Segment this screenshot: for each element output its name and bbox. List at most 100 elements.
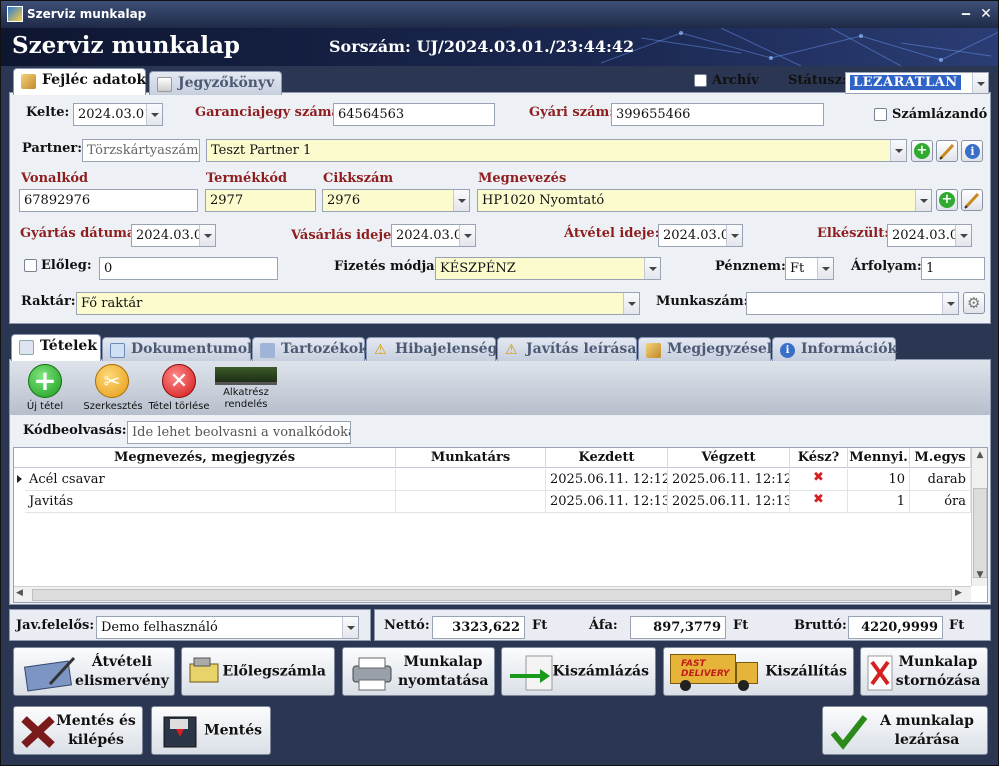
checkmark-icon xyxy=(830,715,868,750)
eloleg-input[interactable]: 0 xyxy=(99,257,278,280)
barcode-input[interactable]: Ide lehet beolvasni a vonalkódokat xyxy=(127,421,351,444)
plus-icon: + xyxy=(28,364,62,398)
gyartas-date-picker[interactable]: 2024.03.01 xyxy=(131,224,216,247)
close-icon[interactable]: ✕ xyxy=(978,6,994,22)
chevron-down-icon[interactable] xyxy=(890,140,906,161)
cell-qty: 1 xyxy=(848,491,910,513)
edit-item-button[interactable]: ✂ Szerkesztés xyxy=(81,364,145,414)
column-header[interactable]: Végzett xyxy=(668,448,790,468)
atvetel-date-picker[interactable]: 2024.03.01 xyxy=(658,224,743,247)
chevron-down-icon[interactable] xyxy=(459,225,475,246)
chevron-down-icon[interactable] xyxy=(146,104,162,125)
parts-order-button[interactable]: Alkatrész rendelés xyxy=(213,367,279,415)
column-header[interactable]: Kezdett xyxy=(546,448,668,468)
chevron-down-icon[interactable] xyxy=(955,225,971,246)
szamlazando-checkbox[interactable] xyxy=(874,108,887,121)
vertical-scrollbar[interactable]: ▲ ▼ xyxy=(971,448,987,586)
minimize-button[interactable]: ‒ xyxy=(958,6,974,22)
penznem-value: Ft xyxy=(790,261,805,276)
vasarlas-date-picker[interactable]: 2024.03.01 xyxy=(391,224,476,247)
delete-item-button[interactable]: ✕ Tétel törlése xyxy=(146,364,212,414)
chevron-down-icon[interactable] xyxy=(342,617,358,638)
chevron-down-icon[interactable] xyxy=(623,293,639,314)
munkaszam-label: Munkaszám: xyxy=(656,294,749,309)
edit-partner-button[interactable] xyxy=(936,140,958,162)
advance-invoice-button[interactable]: Előlegszámla xyxy=(181,647,335,696)
chevron-down-icon[interactable] xyxy=(942,293,958,314)
elkeszult-date-picker[interactable]: 2024.03.01 xyxy=(887,224,972,247)
cell-end: 2025.06.11. 12:13:53 xyxy=(668,491,790,513)
fizetes-value: KÉSZPÉNZ xyxy=(440,261,516,276)
tab-fejlec-adatok[interactable]: Fejléc adatok xyxy=(13,68,146,95)
penznem-select[interactable]: Ft xyxy=(785,257,834,280)
chevron-down-icon[interactable] xyxy=(453,190,469,211)
add-product-button[interactable]: + xyxy=(936,189,958,211)
scroll-right-icon[interactable]: ▶ xyxy=(955,588,969,602)
tab-dokumentumok[interactable]: Dokumentumok xyxy=(102,337,257,361)
chevron-down-icon[interactable] xyxy=(817,258,833,279)
cancel-worksheet-button[interactable]: Munkalap stornózása xyxy=(860,647,988,696)
garancia-input[interactable]: 64564563 xyxy=(333,103,495,126)
scroll-up-icon[interactable]: ▲ xyxy=(973,450,987,464)
scroll-down-icon[interactable]: ▼ xyxy=(973,570,987,584)
column-header[interactable]: M.egys xyxy=(910,448,971,468)
cikkszam-select[interactable]: 2976 xyxy=(322,189,470,212)
raktar-select[interactable]: Fő raktár xyxy=(76,292,640,315)
tab-hibajelenseg[interactable]: ⚠ Hibajelenség xyxy=(366,337,497,361)
main-window: Szerviz munkalap ‒ ✕ Szerviz munkalap So… xyxy=(0,0,999,766)
kelte-date-picker[interactable]: 2024.03.01. xyxy=(73,103,163,126)
cell-end: 2025.06.11. 12:12:44 xyxy=(668,469,790,491)
gyartas-label: Gyártás dátuma: xyxy=(20,226,141,241)
tab-tetelek[interactable]: Tételek xyxy=(11,334,101,361)
tab-megjegyzesek[interactable]: Megjegyzések xyxy=(638,337,776,361)
scroll-left-icon[interactable]: ◀ xyxy=(16,588,30,602)
delivery-truck-icon: FAST DELIVERY xyxy=(666,652,764,692)
chevron-down-icon[interactable] xyxy=(199,225,215,246)
save-button[interactable]: Mentés xyxy=(151,706,271,755)
eloleg-checkbox[interactable] xyxy=(24,259,37,272)
info-partner-button[interactable]: i xyxy=(961,140,983,162)
torzskartya-input[interactable]: Törzskártyaszám xyxy=(82,139,200,162)
close-label-1: A munkalap xyxy=(880,712,974,729)
add-partner-button[interactable]: + xyxy=(911,140,933,162)
torzskartya-placeholder: Törzskártyaszám xyxy=(87,143,199,158)
tab-jegyzokonyv[interactable]: Jegyzőkönyv xyxy=(149,71,282,95)
chevron-down-icon[interactable] xyxy=(726,225,742,246)
gyari-input[interactable]: 399655466 xyxy=(611,103,824,126)
column-header[interactable]: Kész? xyxy=(790,448,848,468)
tab-informaciok[interactable]: i Információk xyxy=(772,337,897,361)
tab-javitas-leirasa[interactable]: ⚠ Javítás leírása xyxy=(497,337,637,361)
archive-checkbox[interactable] xyxy=(694,74,707,87)
save-exit-button[interactable]: Mentés és kilépés xyxy=(13,706,143,755)
tab-label: Jegyzőkönyv xyxy=(178,75,275,91)
status-select[interactable]: LEZÁRATLAN xyxy=(845,72,989,94)
edit-product-button[interactable] xyxy=(961,189,983,211)
print-worksheet-button[interactable]: Munkalap nyomtatása xyxy=(342,647,495,696)
column-header[interactable]: Megnevezés, megjegyzés xyxy=(14,448,396,468)
settings-button[interactable]: ⚙ xyxy=(963,292,985,314)
pencil-icon xyxy=(939,143,955,160)
close-worksheet-button[interactable]: A munkalap lezárása xyxy=(822,706,988,755)
fizetes-select[interactable]: KÉSZPÉNZ xyxy=(435,257,661,280)
vonalkod-input[interactable]: 67892976 xyxy=(19,189,198,212)
scroll-thumb[interactable] xyxy=(32,589,952,601)
munkaszam-select[interactable] xyxy=(746,292,959,315)
chevron-down-icon[interactable] xyxy=(972,73,988,93)
megnevezes-select[interactable]: HP1020 Nyomtató xyxy=(477,189,932,212)
chevron-down-icon[interactable] xyxy=(644,258,660,279)
resp-select[interactable]: Demo felhasználó xyxy=(96,616,359,639)
horizontal-scrollbar[interactable]: ◀ ▶ xyxy=(14,586,971,602)
new-item-button[interactable]: + Új tétel xyxy=(17,364,73,414)
partner-select[interactable]: Teszt Partner 1 xyxy=(206,139,907,162)
invoice-button[interactable]: Kiszámlázás xyxy=(501,647,656,696)
delivery-button[interactable]: FAST DELIVERY Kiszállítás xyxy=(663,647,854,696)
arfolyam-input[interactable]: 1 xyxy=(921,257,985,280)
tab-tartozekok[interactable]: Tartozékok xyxy=(252,337,368,361)
column-header[interactable]: Munkatárs xyxy=(396,448,546,468)
scroll-thumb[interactable] xyxy=(973,488,987,578)
termekkod-input[interactable]: 2977 xyxy=(205,189,316,212)
gyari-label: Gyári szám: xyxy=(529,105,615,120)
column-header[interactable]: Mennyi. xyxy=(848,448,910,468)
chevron-down-icon[interactable] xyxy=(915,190,931,211)
receipt-button[interactable]: Átvételi elismervény xyxy=(13,647,175,696)
